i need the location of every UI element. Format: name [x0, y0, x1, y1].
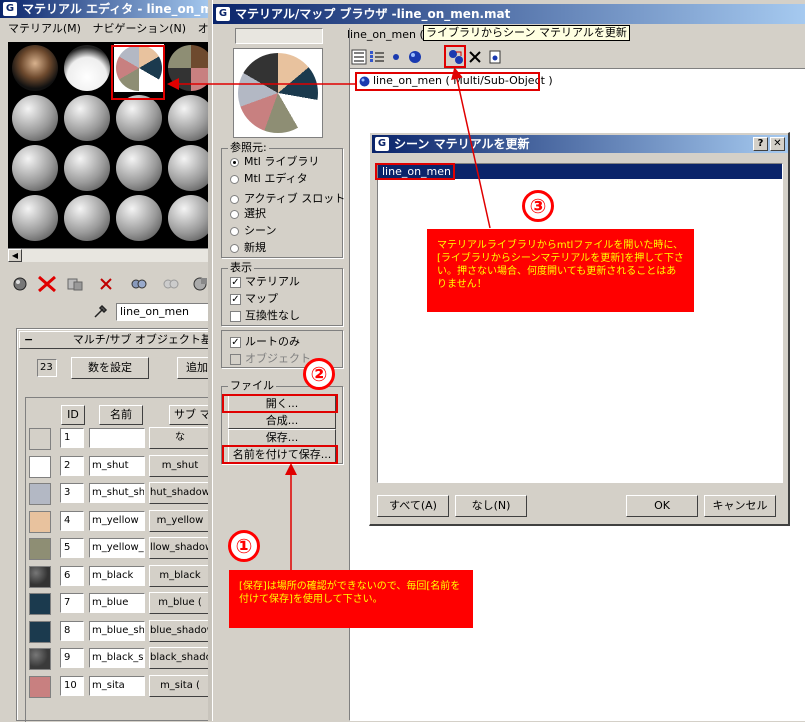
note-update-scene: マテリアルライブラリからmtlファイルを開いた時に、[ライブラリからシーンマテリ… [427, 229, 694, 312]
step-number-2: ② [303, 358, 335, 390]
arrow-note3-to-button [451, 67, 491, 229]
note-save-as: [保存]は場所の確認ができないので、毎回[名前を付けて保存]を使用して下さい。 [229, 570, 473, 628]
step-number-3: ③ [522, 190, 554, 222]
step-number-1: ① [228, 530, 260, 562]
